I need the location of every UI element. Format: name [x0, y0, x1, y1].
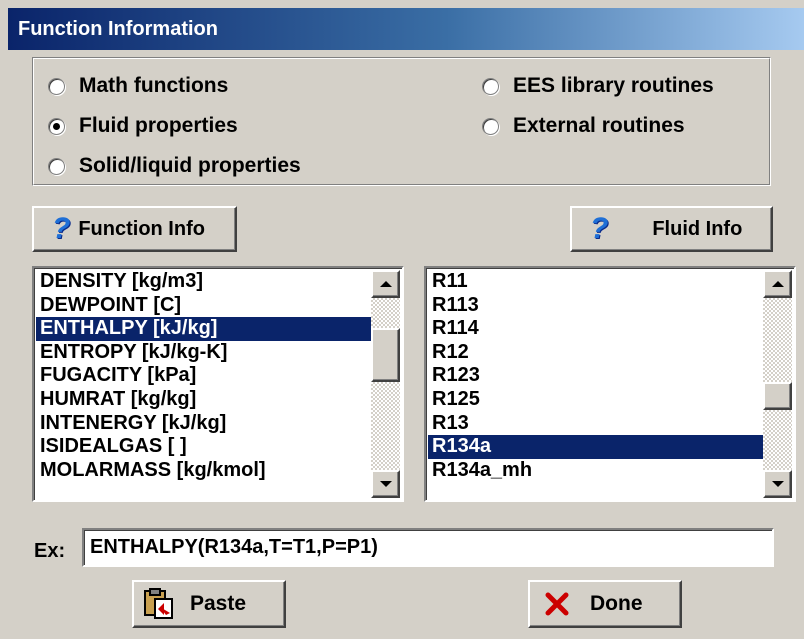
list-item[interactable]: R113	[428, 294, 763, 318]
list-item[interactable]: R13	[428, 412, 763, 436]
arrow-up-icon	[379, 281, 392, 287]
scroll-thumb[interactable]	[763, 382, 792, 410]
radio-math-functions[interactable]: Math functions	[48, 74, 228, 98]
list-item[interactable]: R125	[428, 388, 763, 412]
radio-label: Math functions	[79, 74, 229, 97]
scroll-down-button[interactable]	[371, 470, 400, 498]
list-item[interactable]: R134a	[428, 435, 763, 459]
list-item[interactable]: FUGACITY [kPa]	[36, 364, 371, 388]
scroll-down-button[interactable]	[763, 470, 792, 498]
arrow-down-icon	[379, 481, 392, 487]
fluid-info-button[interactable]: ? Fluid Info	[570, 206, 773, 252]
paste-button[interactable]: Paste	[132, 580, 286, 628]
radio-label: EES library routines	[513, 74, 714, 97]
fluids-list-items: R11 R113 R114 R12 R123 R125 R13 R134a R134a_mh	[428, 270, 763, 482]
fluids-scrollbar[interactable]	[763, 270, 792, 498]
done-button[interactable]: Done	[528, 580, 682, 628]
help-icon: ?	[590, 212, 609, 245]
arrow-down-icon	[771, 481, 784, 487]
function-info-label: Function Info	[78, 217, 205, 240]
radio-solid-liquid-properties[interactable]: Solid/liquid properties	[48, 154, 301, 178]
list-item[interactable]: R11	[428, 270, 763, 294]
list-item[interactable]: R134a_mh	[428, 459, 763, 483]
list-item[interactable]: INTENERGY [kJ/kg]	[36, 412, 371, 436]
example-label: Ex:	[34, 540, 66, 562]
list-item[interactable]: ENTHALPY [kJ/kg]	[36, 317, 371, 341]
title-bar[interactable]: Function Information	[8, 8, 804, 50]
function-information-dialog: Function Information Math functions Flui…	[0, 0, 804, 639]
list-item[interactable]: R12	[428, 341, 763, 365]
window-title: Function Information	[18, 18, 218, 40]
radio-label: External routines	[513, 114, 685, 137]
radio-label: Solid/liquid properties	[79, 154, 301, 177]
paste-icon	[144, 588, 173, 619]
arrow-up-icon	[771, 281, 784, 287]
functions-scrollbar[interactable]	[371, 270, 400, 498]
functions-list-items: DENSITY [kg/m3] DEWPOINT [C] ENTHALPY [kJ/…	[36, 270, 371, 482]
close-x-icon	[545, 592, 569, 616]
radio-label: Fluid properties	[79, 114, 238, 137]
paste-label: Paste	[190, 592, 247, 615]
radio-circle	[482, 77, 499, 95]
fluid-info-label: Fluid Info	[652, 217, 743, 240]
scroll-up-button[interactable]	[763, 270, 792, 298]
radio-fluid-properties[interactable]: Fluid properties	[48, 114, 238, 138]
list-item[interactable]: DEWPOINT [C]	[36, 294, 371, 318]
functions-listbox[interactable]: DENSITY [kg/m3] DEWPOINT [C] ENTHALPY [kJ/…	[32, 266, 404, 502]
radio-circle	[48, 157, 65, 175]
list-item[interactable]: ISIDEALGAS [ ]	[36, 435, 371, 459]
help-icon: ?	[52, 212, 71, 245]
scroll-up-button[interactable]	[371, 270, 400, 298]
list-item[interactable]: R123	[428, 364, 763, 388]
scroll-thumb[interactable]	[371, 328, 400, 382]
done-label: Done	[590, 592, 643, 615]
radio-circle	[48, 77, 65, 95]
list-item[interactable]: R114	[428, 317, 763, 341]
fluids-listbox[interactable]: R11 R113 R114 R12 R123 R125 R13 R134a R134a_mh	[424, 266, 796, 502]
list-item[interactable]: ENTROPY [kJ/kg-K]	[36, 341, 371, 365]
radio-circle-checked	[48, 117, 65, 135]
radio-circle	[482, 117, 499, 135]
list-item[interactable]: DENSITY [kg/m3]	[36, 270, 371, 294]
radio-ees-library-routines[interactable]: EES library routines	[482, 74, 714, 98]
list-item[interactable]: MOLARMASS [kg/kmol]	[36, 459, 371, 483]
list-item[interactable]: HUMRAT [kg/kg]	[36, 388, 371, 412]
example-field[interactable]	[82, 528, 774, 567]
function-info-button[interactable]: ? Function Info	[32, 206, 237, 252]
radio-external-routines[interactable]: External routines	[482, 114, 685, 138]
